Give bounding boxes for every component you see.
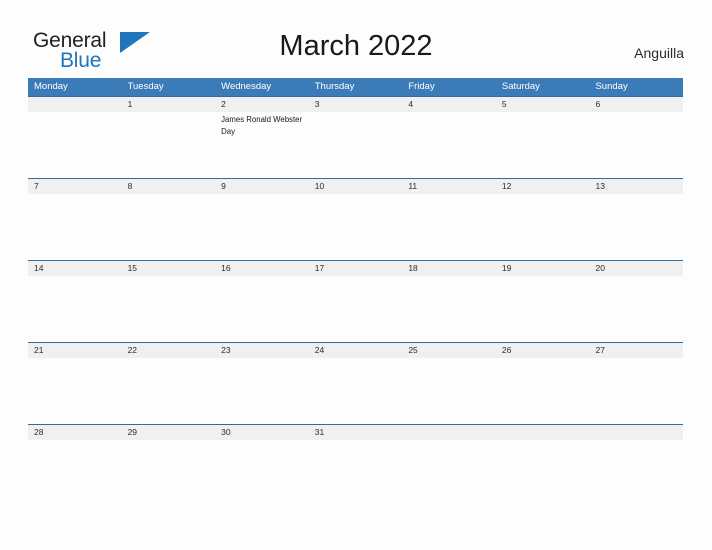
day-number[interactable]: 1 [122, 97, 216, 112]
day-number[interactable]: 11 [402, 179, 496, 194]
day-cell[interactable] [402, 358, 496, 424]
region-label: Anguilla [634, 45, 684, 61]
day-cell[interactable] [402, 112, 496, 178]
weekday-thursday: Thursday [314, 81, 355, 92]
day-number[interactable]: 21 [28, 343, 122, 358]
day-cell[interactable] [309, 358, 403, 424]
day-cell[interactable] [589, 276, 683, 342]
week-body [28, 194, 683, 260]
weekday-monday: Monday [34, 81, 68, 92]
day-number[interactable]: 27 [589, 343, 683, 358]
day-number[interactable] [496, 425, 590, 440]
day-number[interactable] [589, 425, 683, 440]
day-event: James Ronald Webster Day [221, 115, 303, 136]
day-cell[interactable] [215, 276, 309, 342]
day-cell[interactable] [122, 276, 216, 342]
day-cell[interactable] [122, 358, 216, 424]
day-cell[interactable] [122, 440, 216, 506]
day-number[interactable]: 8 [122, 179, 216, 194]
week-body [28, 440, 683, 506]
page-title: March 2022 [279, 30, 433, 62]
day-cell[interactable] [402, 440, 496, 506]
day-cell[interactable] [496, 276, 590, 342]
day-cell[interactable] [496, 194, 590, 260]
page-header: General Blue March 2022 Anguilla [0, 0, 712, 78]
calendar-page: General Blue March 2022 Anguilla Monday … [0, 0, 712, 550]
day-cell[interactable] [122, 112, 216, 178]
day-number[interactable]: 22 [122, 343, 216, 358]
day-number[interactable]: 5 [496, 97, 590, 112]
day-cell[interactable] [28, 440, 122, 506]
day-number[interactable]: 19 [496, 261, 590, 276]
day-cell[interactable] [122, 194, 216, 260]
day-cell[interactable] [589, 112, 683, 178]
day-number[interactable]: 2 [215, 97, 309, 112]
day-cell[interactable] [309, 276, 403, 342]
weekday-wednesday: Wednesday [221, 81, 272, 92]
day-number[interactable]: 13 [589, 179, 683, 194]
week-body [28, 358, 683, 424]
week-date-band: 7 8 9 10 11 12 13 [28, 178, 683, 194]
day-number[interactable]: 17 [309, 261, 403, 276]
day-cell[interactable] [589, 194, 683, 260]
day-number[interactable]: 26 [496, 343, 590, 358]
week-row: 1 2 3 4 5 6 James Ronald Webster Day [28, 96, 683, 178]
day-number[interactable]: 15 [122, 261, 216, 276]
day-cell[interactable] [402, 194, 496, 260]
day-cell[interactable] [496, 112, 590, 178]
weekday-header-row: Monday Tuesday Wednesday Thursday Friday… [28, 78, 683, 96]
day-number[interactable]: 20 [589, 261, 683, 276]
day-number[interactable]: 3 [309, 97, 403, 112]
week-row: 7 8 9 10 11 12 13 [28, 178, 683, 260]
weekday-tuesday: Tuesday [127, 81, 164, 92]
day-cell[interactable]: James Ronald Webster Day [215, 112, 309, 178]
weekday-sunday: Sunday [595, 81, 628, 92]
day-cell[interactable] [496, 440, 590, 506]
day-number[interactable]: 29 [122, 425, 216, 440]
day-number[interactable]: 31 [309, 425, 403, 440]
day-number[interactable]: 16 [215, 261, 309, 276]
day-number[interactable]: 25 [402, 343, 496, 358]
week-row: 14 15 16 17 18 19 20 [28, 260, 683, 342]
day-cell[interactable] [309, 194, 403, 260]
day-cell[interactable] [309, 112, 403, 178]
calendar-grid: Monday Tuesday Wednesday Thursday Friday… [28, 78, 683, 506]
week-date-band: 14 15 16 17 18 19 20 [28, 260, 683, 276]
week-date-band: 28 29 30 31 [28, 424, 683, 440]
day-number[interactable]: 30 [215, 425, 309, 440]
day-cell[interactable] [589, 440, 683, 506]
week-body [28, 276, 683, 342]
day-cell[interactable] [402, 276, 496, 342]
week-row: 21 22 23 24 25 26 27 [28, 342, 683, 424]
day-number[interactable] [402, 425, 496, 440]
week-date-band: 1 2 3 4 5 6 [28, 96, 683, 112]
day-number[interactable]: 23 [215, 343, 309, 358]
week-body: James Ronald Webster Day [28, 112, 683, 178]
day-cell[interactable] [309, 440, 403, 506]
day-number[interactable]: 18 [402, 261, 496, 276]
weekday-saturday: Saturday [501, 81, 540, 92]
day-cell[interactable] [215, 440, 309, 506]
day-cell[interactable] [215, 358, 309, 424]
day-number[interactable] [28, 97, 122, 112]
day-cell[interactable] [28, 276, 122, 342]
day-cell[interactable] [215, 194, 309, 260]
weekday-friday: Friday [408, 81, 435, 92]
day-number[interactable]: 9 [215, 179, 309, 194]
day-cell[interactable] [28, 358, 122, 424]
day-cell[interactable] [28, 194, 122, 260]
day-number[interactable]: 7 [28, 179, 122, 194]
day-number[interactable]: 4 [402, 97, 496, 112]
day-cell[interactable] [28, 112, 122, 178]
day-number[interactable]: 6 [589, 97, 683, 112]
week-date-band: 21 22 23 24 25 26 27 [28, 342, 683, 358]
day-cell[interactable] [589, 358, 683, 424]
week-row: 28 29 30 31 [28, 424, 683, 506]
day-number[interactable]: 24 [309, 343, 403, 358]
day-number[interactable]: 14 [28, 261, 122, 276]
day-number[interactable]: 10 [309, 179, 403, 194]
day-cell[interactable] [496, 358, 590, 424]
day-number[interactable]: 12 [496, 179, 590, 194]
day-number[interactable]: 28 [28, 425, 122, 440]
